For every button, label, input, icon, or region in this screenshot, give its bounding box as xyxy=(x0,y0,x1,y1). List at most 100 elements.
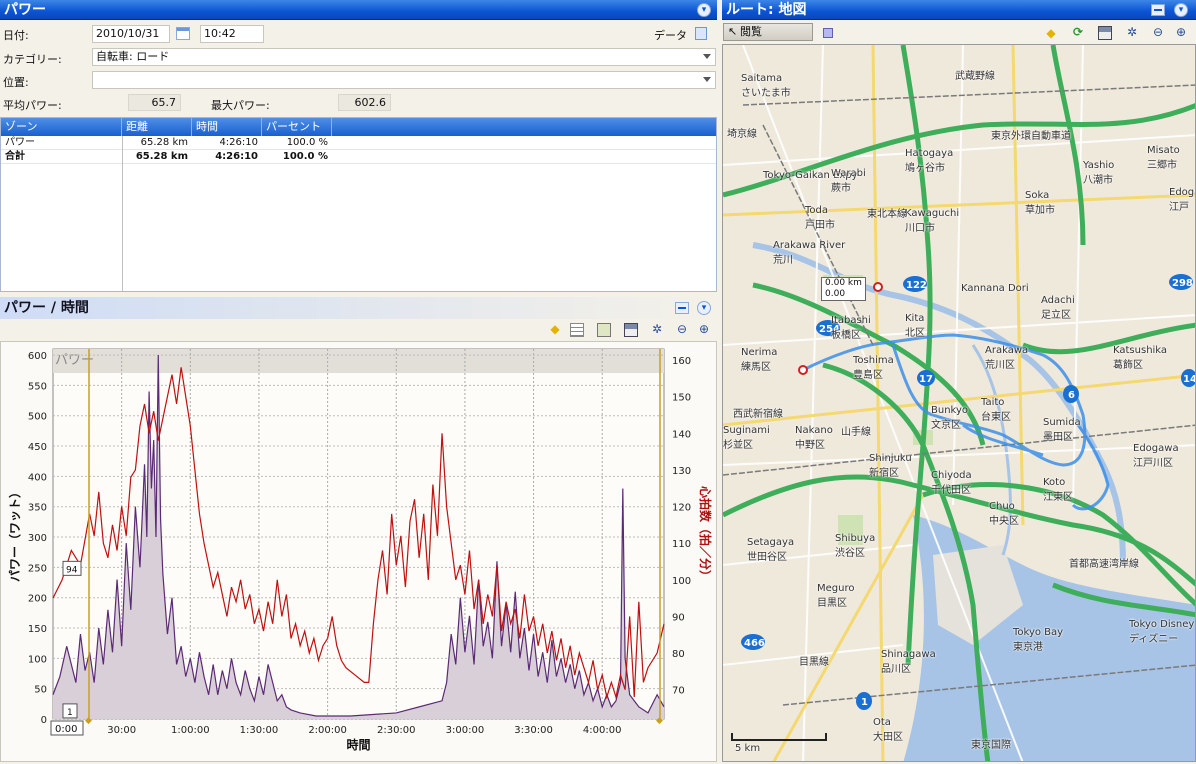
zones-table: ゾーン 距離 時間 パーセント パワー 65.28 km 4:26:10 100… xyxy=(0,117,717,292)
y-right-tick-label: 100 xyxy=(672,576,691,587)
route-shield-122: 122 xyxy=(906,280,927,291)
map-place-name: 首都高速湾岸線 xyxy=(1069,559,1139,570)
map-place-subname: 板橋区 xyxy=(831,330,861,341)
chart-panel-minimize-button[interactable] xyxy=(675,302,689,314)
map-place-label: Saitama さいたま市 xyxy=(741,73,791,99)
map-place-subname: 杉並区 xyxy=(723,440,753,451)
x-tick-label: 3:00:00 xyxy=(446,725,485,736)
time-cell: 4:26:10 xyxy=(219,137,258,148)
map-place-name: 東京外環自動車道 xyxy=(991,131,1071,142)
x-tick-label: 2:30:00 xyxy=(377,725,416,736)
location-select[interactable] xyxy=(92,71,716,89)
diamond-icon[interactable]: ◆ xyxy=(548,322,562,336)
y-right-tick-label: 150 xyxy=(672,393,691,404)
map-place-label: Sumida 墨田区 xyxy=(1043,417,1081,443)
column-divider xyxy=(122,136,123,291)
map-place-label: Tokyo Bay 東京港 xyxy=(1013,627,1063,653)
map-place-label: Shinjuku 新宿区 xyxy=(869,453,912,479)
map-place-subname: 新宿区 xyxy=(869,468,899,479)
route-point-marker xyxy=(798,365,808,375)
save-icon[interactable] xyxy=(1098,26,1112,40)
map-place-name: Shibuya xyxy=(835,533,876,544)
y-left-tick-label: 400 xyxy=(28,472,47,483)
map-place-subname: 葛飾区 xyxy=(1113,360,1143,371)
refresh-icon[interactable]: ⟳ xyxy=(1071,25,1085,39)
table-row-total[interactable]: 合計 65.28 km 4:26:10 100.0 % xyxy=(1,150,716,164)
route-shield-298: 298 xyxy=(1172,278,1193,289)
x-tick-label: 3:30:00 xyxy=(514,725,553,736)
y-right-axis-title: 心拍数（拍／分） xyxy=(698,486,713,582)
diamond-icon[interactable]: ◆ xyxy=(1044,26,1058,40)
avg-power-label: 平均パワー: xyxy=(3,99,62,112)
map-place-label: Arakawa 荒川区 xyxy=(985,345,1028,371)
column-header-percent[interactable]: パーセント xyxy=(262,118,332,136)
calendar-icon[interactable] xyxy=(176,27,190,40)
zoom-in-icon[interactable]: ⊕ xyxy=(1174,25,1188,39)
route-shield-6: 6 xyxy=(1068,390,1075,401)
column-header-zone[interactable]: ゾーン xyxy=(1,118,122,136)
cursor-time-label: 0:00 xyxy=(55,724,77,735)
map-place-name: 東北本線 xyxy=(867,209,907,220)
map-place-label: Edogawa 江戸 xyxy=(1169,187,1195,213)
route-map[interactable]: 122 254 17 6 298 466 1 14 Saitama さいたま市 武蔵… xyxy=(722,44,1196,762)
avg-power-value: 65.7 xyxy=(128,94,181,111)
view-mode-label: 閲覧 xyxy=(740,25,762,38)
split-view-icon[interactable] xyxy=(570,323,584,337)
map-place-name: Chuo xyxy=(989,501,1015,512)
map-place-label: Soka 草加市 xyxy=(1025,190,1055,216)
map-place-name: Nerima xyxy=(741,347,778,358)
map-place-subname: 北区 xyxy=(905,328,925,339)
map-place-label: 東京国際 xyxy=(971,736,1011,751)
map-place-subname: 戸田市 xyxy=(805,220,835,231)
max-power-value: 602.6 xyxy=(338,94,391,111)
map-place-label: Edogawa 江戸川区 xyxy=(1133,443,1179,469)
zoom-out-icon[interactable]: ⊖ xyxy=(1151,25,1165,39)
y-left-tick-label: 150 xyxy=(28,624,47,635)
map-place-name: Chiyoda xyxy=(931,470,972,481)
cursor-marker-label: 1 xyxy=(67,708,73,718)
data-menu-label[interactable]: データ xyxy=(654,27,687,43)
column-header-distance[interactable]: 距離 xyxy=(122,118,192,136)
map-place-subname: 蕨市 xyxy=(831,183,851,194)
chart-panel-collapse-button[interactable]: ▾ xyxy=(697,301,711,315)
map-place-label: Katsushika 葛飾区 xyxy=(1113,345,1167,371)
map-place-label: Hatogaya 鳩ヶ谷市 xyxy=(905,148,953,174)
table-row[interactable]: パワー 65.28 km 4:26:10 100.0 % xyxy=(1,136,716,150)
map-place-name: 埼京線 xyxy=(727,129,757,140)
zoom-out-icon[interactable]: ⊖ xyxy=(675,322,689,336)
save-icon[interactable] xyxy=(624,323,638,337)
map-place-subname: さいたま市 xyxy=(741,88,791,99)
category-select-value: 自転車: ロード xyxy=(96,50,170,63)
column-header-time[interactable]: 時間 xyxy=(192,118,262,136)
settings-gear-icon[interactable]: ✲ xyxy=(650,322,664,336)
view-mode-button[interactable]: ↖ 閲覧 xyxy=(723,23,813,41)
zoom-in-icon[interactable]: ⊕ xyxy=(697,322,711,336)
map-panel-collapse-button[interactable]: ▾ xyxy=(1174,3,1188,17)
map-place-subname: ディズニー xyxy=(1129,634,1179,645)
map-place-name: Bunkyo xyxy=(931,405,969,416)
map-place-name: Arakawa River xyxy=(773,240,846,251)
select-square-icon[interactable] xyxy=(823,28,833,38)
map-place-subname: 中央区 xyxy=(989,516,1019,527)
map-place-label: Arakawa River 荒川 xyxy=(773,240,845,266)
map-place-label: Kannana Dori xyxy=(961,283,1029,294)
map-place-name: Shinjuku xyxy=(869,453,912,464)
power-panel-collapse-button[interactable]: ▾ xyxy=(697,3,711,17)
map-panel-minimize-button[interactable] xyxy=(1151,4,1165,16)
map-place-label: Tokyo Disney ディズニー xyxy=(1129,619,1194,645)
chart-svg[interactable]: パワー30:00 1:00:00 1:30:00 2:00:00 2:30:00 3:00… xyxy=(1,342,716,761)
map-place-name: Saitama xyxy=(741,73,783,84)
y-left-tick-label: 100 xyxy=(28,654,47,665)
category-select[interactable]: 自転車: ロード xyxy=(92,48,716,66)
route-start-callout[interactable]: 0.00 km 0.00 xyxy=(821,277,866,301)
chart-view-icon[interactable] xyxy=(597,323,611,337)
data-menu-icon[interactable] xyxy=(695,27,707,40)
map-place-label: Kawaguchi 川口市 xyxy=(905,208,959,234)
date-label: 日付: xyxy=(3,29,29,42)
settings-gear-icon[interactable]: ✲ xyxy=(1125,25,1139,39)
date-field[interactable]: 2010/10/31 xyxy=(92,25,170,43)
map-panel-title-text: ルート: 地図 xyxy=(726,2,807,18)
power-time-chart[interactable]: パワー 30:00 1:00:00 1:30:00 2:00:00 2:30:00 3:00… xyxy=(0,341,717,762)
map-place-subname: 目黒区 xyxy=(817,598,847,609)
time-field[interactable]: 10:42 xyxy=(200,25,264,43)
